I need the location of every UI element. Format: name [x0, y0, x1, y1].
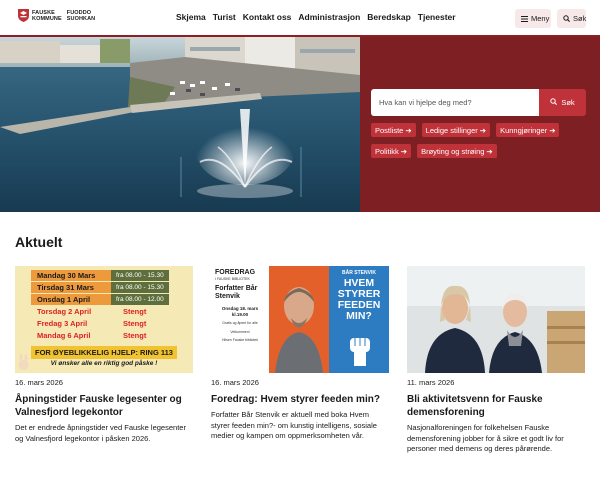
poster-time: fra 08.00 - 15.30: [111, 282, 169, 293]
menu-button[interactable]: Meny: [515, 9, 551, 28]
search-icon: [550, 98, 558, 107]
news-card-image: [407, 266, 585, 373]
nav-item-beredskap[interactable]: Beredskap: [367, 12, 410, 22]
poster-day: Fredag 3 April: [37, 319, 88, 328]
poster-day: Torsdag 2 April: [37, 307, 92, 316]
news-card-title[interactable]: Åpningstider Fauske legesenter og Valnes…: [15, 393, 193, 419]
nav-item-kontakt-oss[interactable]: Kontakt oss: [243, 12, 292, 22]
logo-line: SUOHKAN: [66, 15, 96, 22]
poster-footer: Vi ønsker alle en riktig god påske !: [50, 360, 158, 367]
news-card-date: 11. mars 2026: [407, 378, 455, 387]
news-card[interactable]: 11. mars 2026 Bli aktivitetsvenn for Fau…: [407, 266, 585, 455]
quick-link-ledige-stillinger[interactable]: Ledige stillinger ➔: [421, 123, 491, 137]
hero-search-panel: Søk Postliste ➔ Ledige stillinger ➔ Kunn…: [360, 37, 600, 212]
quick-link-label: Kunngjøringer: [500, 125, 548, 135]
poster-closed: Stengt: [123, 307, 147, 316]
fist-icon: [347, 334, 373, 371]
poster-date-time: Onsdag 18. mars kl.19.00: [221, 306, 259, 317]
poster-closed: Stengt: [123, 319, 147, 328]
news-card-excerpt: Nasjonalforeningen for folkehelsen Fausk…: [407, 423, 564, 453]
poster-time: fra 08.00 - 12.00: [111, 294, 169, 305]
nav-item-turist[interactable]: Turist: [213, 12, 236, 22]
arrow-right-icon: ➔: [479, 125, 487, 135]
poster-closed: Stengt: [123, 331, 147, 340]
poster-heading: FOREDRAG: [215, 269, 256, 276]
site-header: FAUSKE KOMMUNE FUODDO SUOHKAN Skjema Tur…: [0, 0, 600, 37]
poster-note: Hilsen Fauske bibliotek: [222, 338, 258, 342]
arrow-right-icon: ➔: [549, 125, 556, 135]
nav-item-skjema[interactable]: Skjema: [176, 12, 206, 22]
site-search-submit[interactable]: Søk: [539, 89, 586, 116]
easter-opening-hours-poster: Mandag 30 Mars fra 08.00 - 15.30 Tirsdag…: [15, 266, 193, 373]
site-search-form: Søk: [371, 89, 586, 116]
quick-link-label: Ledige stillinger: [425, 125, 478, 135]
news-card-title[interactable]: Foredrag: Hvem styrer feeden min?: [211, 393, 389, 406]
two-women-photo: [407, 266, 585, 373]
news-card-excerpt: Det er endrede åpningstider ved Fauske l…: [15, 423, 186, 443]
menu-button-label: Meny: [531, 14, 550, 23]
arrow-right-icon: ➔: [400, 146, 408, 156]
poster-day: Mandag 30 Mars: [31, 270, 111, 281]
poster-subheading: I FAUSKE BIBLIOTEK: [215, 277, 250, 281]
news-card-image: FOREDRAG I FAUSKE BIBLIOTEK Forfatter Bå…: [211, 266, 389, 373]
lecture-poster: FOREDRAG I FAUSKE BIBLIOTEK Forfatter Bå…: [211, 266, 389, 373]
poster-note: Gratis og åpent for alle: [222, 321, 258, 325]
poster-note: Velkommen!: [230, 329, 250, 334]
hamburger-icon: [521, 15, 528, 22]
arrow-right-icon: ➔: [405, 125, 412, 135]
author-photo: [269, 266, 329, 373]
poster-day: Onsdag 1 April: [31, 294, 111, 305]
news-card-image: Mandag 30 Mars fra 08.00 - 15.30 Tirsdag…: [15, 266, 193, 373]
coat-of-arms-icon: [18, 9, 29, 22]
book-cover-title: HVEM STYRER FEEDEN MIN?: [337, 277, 381, 322]
arrow-right-icon: ➔: [486, 146, 493, 156]
search-button-label: Søk: [573, 14, 587, 23]
quick-link-politikk[interactable]: Politikk ➔: [371, 144, 412, 158]
hero-section: Søk Postliste ➔ Ledige stillinger ➔ Kunn…: [0, 37, 600, 212]
header-search-button[interactable]: Søk: [557, 9, 586, 28]
poster-banner: FOR ØYEBLIKKELIG HJELP: RING 113: [31, 346, 177, 359]
quick-link-label: Politikk: [375, 146, 399, 156]
news-card-title[interactable]: Bli aktivitetsvenn for Fauske demensfore…: [407, 393, 585, 419]
quick-link-postliste[interactable]: Postliste ➔: [371, 123, 416, 137]
quick-link-broyting-og-stroing[interactable]: Brøyting og strøing ➔: [417, 144, 497, 158]
quick-link-kunngjoringer[interactable]: Kunngjøringer ➔: [496, 123, 560, 137]
poster-author: Forfatter Bår Stenvik: [215, 285, 258, 300]
logo-line: KOMMUNE: [32, 15, 62, 22]
hero-image-fountain: [0, 37, 360, 212]
section-title-aktuelt: Aktuelt: [15, 234, 63, 250]
news-card-date: 16. mars 2026: [15, 378, 63, 387]
poster-day: Mandag 6 April: [37, 331, 91, 340]
main-nav: Skjema Turist Kontakt oss Administrasjon…: [176, 12, 456, 22]
news-card[interactable]: Mandag 30 Mars fra 08.00 - 15.30 Tirsdag…: [15, 266, 193, 444]
quick-links: Postliste ➔ Ledige stillinger ➔ Kunngjør…: [371, 123, 591, 158]
site-search-input[interactable]: [371, 89, 539, 116]
nav-item-tjenester[interactable]: Tjenester: [418, 12, 456, 22]
news-card-date: 16. mars 2026: [211, 378, 259, 387]
easter-bunny-icon: [17, 354, 31, 373]
book-cover-author: BÅR STENVIK: [342, 270, 376, 276]
news-card-excerpt: Forfatter Bår Stenvik er aktuell med bok…: [211, 410, 377, 440]
poster-time: fra 08.00 - 15.30: [111, 270, 169, 281]
news-card[interactable]: FOREDRAG I FAUSKE BIBLIOTEK Forfatter Bå…: [211, 266, 389, 442]
quick-link-label: Postliste: [375, 125, 404, 135]
quick-link-label: Brøyting og strøing: [421, 146, 485, 156]
nav-item-administrasjon[interactable]: Administrasjon: [298, 12, 360, 22]
search-submit-label: Søk: [561, 98, 575, 107]
poster-day: Tirsdag 31 Mars: [31, 282, 111, 293]
fauske-kommune-logo[interactable]: FAUSKE KOMMUNE FUODDO SUOHKAN: [18, 9, 95, 22]
book-cover: BÅR STENVIK HVEM STYRER FEEDEN MIN?: [329, 266, 389, 373]
search-icon: [563, 15, 570, 22]
